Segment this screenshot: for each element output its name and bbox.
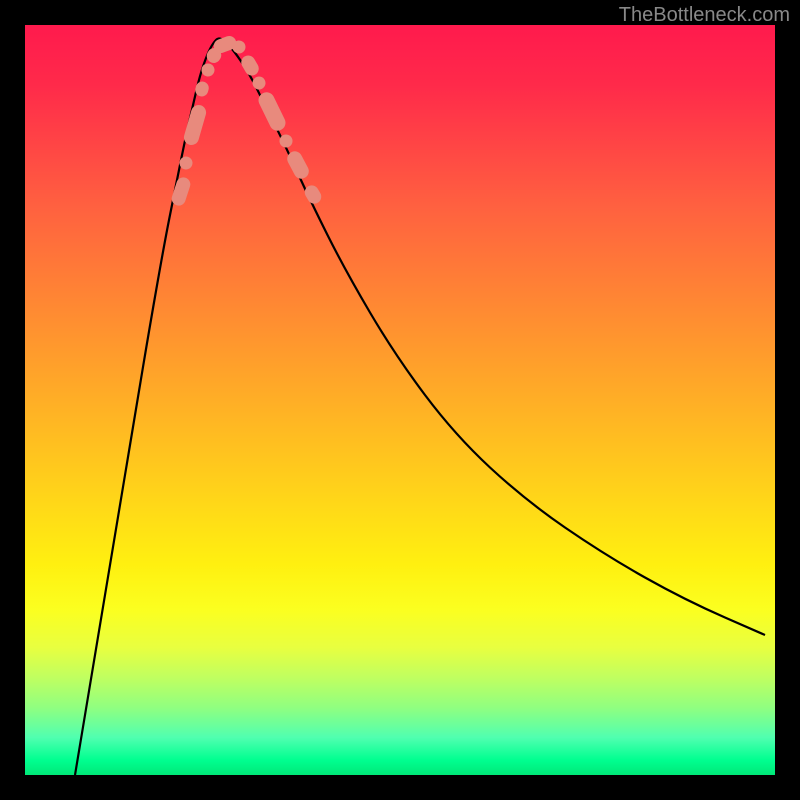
highlight-segment	[251, 75, 267, 91]
highlight-segment	[201, 63, 215, 77]
highlight-segment	[239, 53, 260, 77]
highlight-segment	[303, 183, 323, 205]
highlight-segment	[256, 90, 287, 133]
highlight-segment	[285, 149, 311, 180]
highlight-segments-layer	[25, 25, 775, 775]
highlight-segment	[194, 81, 209, 97]
highlight-segment	[170, 176, 191, 207]
highlight-segment	[183, 104, 207, 146]
watermark-text: TheBottleneck.com	[619, 4, 790, 27]
highlight-segment	[178, 155, 193, 170]
highlight-segment	[278, 133, 294, 149]
chart-container: TheBottleneck.com	[0, 0, 800, 800]
